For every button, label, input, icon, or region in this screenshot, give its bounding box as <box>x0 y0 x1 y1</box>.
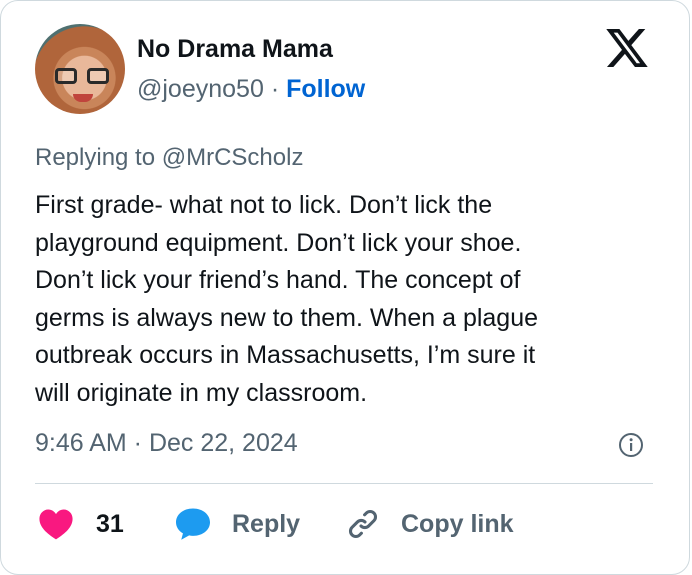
copy-link-button[interactable]: Copy link <box>345 507 514 541</box>
speech-bubble-icon <box>176 508 210 540</box>
reply-label: Reply <box>232 510 301 538</box>
tweet-text-line: will originate in my classroom. <box>35 378 368 407</box>
like-button[interactable]: 31 <box>37 507 124 541</box>
info-icon[interactable] <box>618 432 644 458</box>
like-count: 31 <box>96 510 124 538</box>
handle-separator: · <box>270 75 280 103</box>
tweet-text: First grade- what not to lick. Don’t lic… <box>35 187 660 413</box>
reply-button[interactable]: Reply <box>173 507 300 541</box>
tweet-text-line: First grade- what not to lick. Don’t lic… <box>35 191 493 219</box>
link-icon <box>348 509 378 539</box>
heart-icon <box>39 509 73 540</box>
follow-button[interactable]: Follow <box>286 75 365 103</box>
tweet-text-line: germs is always new to them. When a plag… <box>35 303 539 332</box>
avatar-lens-right <box>87 68 109 84</box>
avatar-glasses <box>55 68 109 86</box>
tweet-text-line: playground equipment. Don’t lick your sh… <box>35 228 522 257</box>
tweet-text-line: Don’t lick your friend’s hand. The conce… <box>35 266 521 295</box>
tweet-timestamp[interactable]: 9:46 AM · Dec 22, 2024 <box>35 428 298 458</box>
divider <box>35 483 653 484</box>
tweet-card: No Drama Mama @joeyno50 · Follow Replyin… <box>0 0 690 575</box>
author-handle-row: @joeyno50 · Follow <box>137 74 365 104</box>
copy-link-label: Copy link <box>401 510 514 538</box>
avatar-mouth <box>73 94 93 102</box>
avatar[interactable] <box>35 24 125 114</box>
x-logo-icon[interactable] <box>606 29 648 67</box>
author-name[interactable]: No Drama Mama <box>137 34 333 64</box>
tweet-text-line: outbreak occurs in Massachusetts, I’m su… <box>35 341 536 370</box>
author-handle[interactable]: @joeyno50 <box>137 75 264 103</box>
replying-to[interactable]: Replying to @MrCScholz <box>35 143 303 173</box>
avatar-lens-left <box>55 68 77 84</box>
